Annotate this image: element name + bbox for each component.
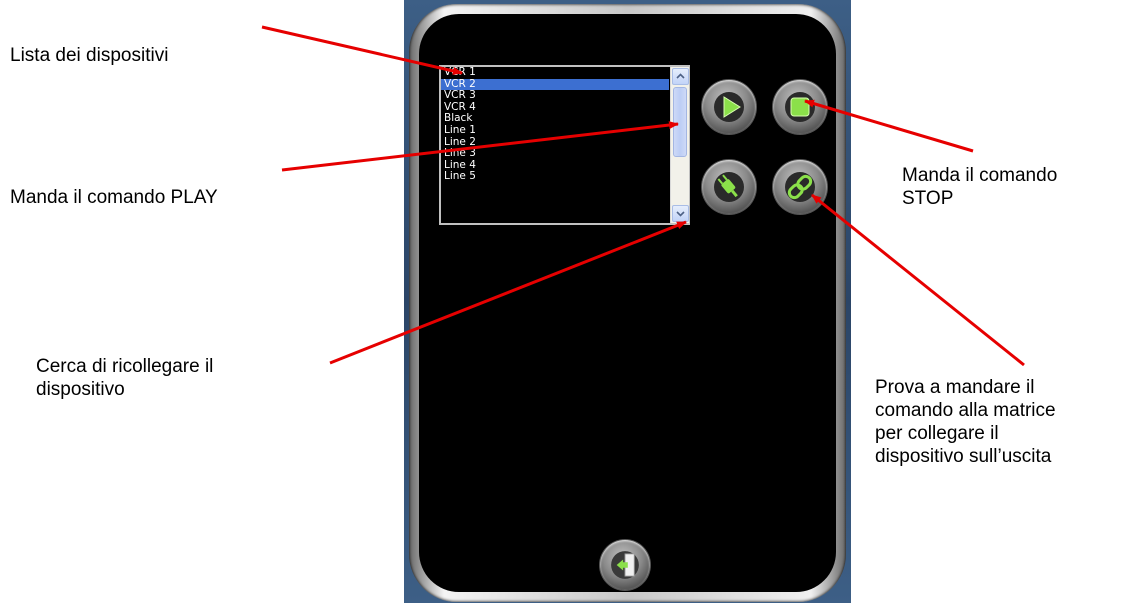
matrix-connect-button[interactable] <box>773 160 827 214</box>
chevron-up-icon <box>676 73 685 79</box>
annotation-play: Manda il comando PLAY <box>10 187 218 208</box>
list-item[interactable]: Line 3 <box>441 148 669 160</box>
list-item[interactable]: VCR 1 <box>441 67 669 79</box>
scroll-thumb[interactable] <box>673 87 687 157</box>
scroll-up-button[interactable] <box>672 68 689 85</box>
link-icon <box>785 172 815 202</box>
plug-icon <box>714 172 744 202</box>
list-item[interactable]: Line 1 <box>441 124 669 137</box>
play-icon <box>714 92 744 122</box>
list-scrollbar[interactable] <box>670 67 689 223</box>
play-button[interactable] <box>702 80 756 134</box>
annotation-matrix: Prova a mandare il comando alla matrice … <box>875 377 1056 467</box>
annotation-stop: Manda il comando STOP <box>902 165 1058 209</box>
exit-door-icon <box>611 551 639 579</box>
list-item[interactable]: VCR 4 <box>441 101 669 114</box>
annotation-reconnect: Cerca di ricollegare il dispositivo <box>36 356 214 400</box>
reconnect-button[interactable] <box>702 160 756 214</box>
exit-button[interactable] <box>600 540 650 590</box>
scroll-down-button[interactable] <box>672 205 689 222</box>
device-listbox[interactable]: VCR 1 VCR 2 VCR 3 VCR 4 Black Line 1 Lin… <box>439 65 690 225</box>
stop-button[interactable] <box>773 80 827 134</box>
device-list-items: VCR 1 VCR 2 VCR 3 VCR 4 Black Line 1 Lin… <box>441 67 669 223</box>
chevron-down-icon <box>676 211 685 217</box>
manual-page: Lista dei dispositivi Manda il comando P… <box>0 0 1137 603</box>
stop-icon <box>785 92 815 122</box>
list-item[interactable]: Line 5 <box>441 171 669 183</box>
annotation-device-list: Lista dei dispositivi <box>10 45 169 66</box>
